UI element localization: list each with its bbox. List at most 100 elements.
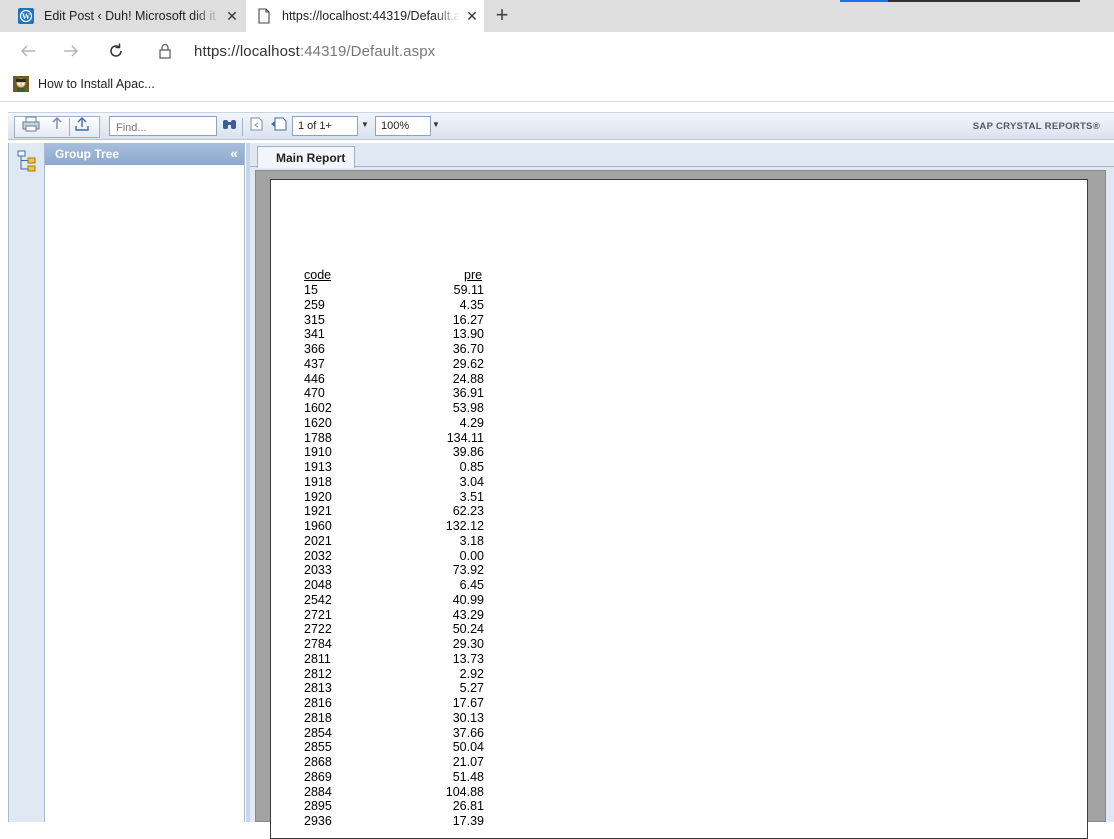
cell-pre: 36.70 — [452, 342, 484, 356]
cell-pre: 13.90 — [452, 327, 484, 342]
bookmark-label: How to Install Apac... — [38, 77, 155, 91]
cell-code: 2721 — [304, 607, 332, 622]
new-tab-button[interactable]: + — [490, 4, 514, 28]
cell-pre: 17.67 — [452, 696, 484, 710]
forward-button[interactable] — [57, 38, 85, 64]
tab-title: https://localhost:44319/Default.aspx — [282, 9, 460, 23]
toolbar-divider — [242, 118, 243, 136]
cell-code: 1910 — [304, 445, 332, 460]
cell-code: 1913 — [304, 460, 332, 474]
cell-pre: 4.35 — [459, 297, 484, 312]
lock-icon — [159, 43, 171, 59]
first-page-icon[interactable] — [248, 116, 266, 132]
column-header-pre: pre — [464, 268, 483, 282]
upload-icon[interactable] — [73, 116, 91, 132]
report-page-area[interactable]: code pre 15 59.11 259 4.35 315 16.27 341 13.90 3… — [255, 170, 1106, 839]
binoculars-icon[interactable] — [221, 116, 239, 132]
cell-pre: 3.51 — [459, 489, 484, 504]
window-indicator — [840, 0, 1080, 2]
cell-code: 2033 — [304, 563, 332, 578]
tab-title: Edit Post ‹ Duh! Microsoft did it again — [44, 9, 220, 23]
cell-pre: 62.23 — [452, 504, 484, 519]
cell-pre: 51.48 — [452, 769, 484, 784]
page-dropdown-arrow-icon[interactable]: ▼ — [360, 118, 370, 132]
cell-code: 437 — [304, 356, 325, 371]
group-tree-toggle-icon[interactable] — [17, 150, 37, 172]
cell-code: 1960 — [304, 519, 332, 533]
cell-pre: 132.12 — [445, 519, 484, 533]
url-text: https://localhost:44319/Default.aspx — [194, 42, 436, 60]
cell-code: 2936 — [304, 814, 332, 828]
cell-pre: 50.24 — [452, 622, 484, 637]
cell-pre: 50.04 — [452, 740, 484, 755]
cell-pre: 59.11 — [453, 283, 484, 297]
cell-code: 366 — [304, 342, 325, 356]
refresh-icon — [110, 43, 122, 57]
tab-default-aspx[interactable]: https://localhost:44319/Default.aspx ✕ — [246, 0, 484, 32]
cell-code: 2895 — [304, 799, 332, 814]
wordpress-icon: W — [18, 8, 34, 24]
cell-pre: 73.92 — [452, 563, 484, 578]
back-arrow-icon — [20, 45, 35, 57]
previous-page-icon[interactable] — [270, 116, 288, 132]
collapse-panel-button[interactable]: « — [230, 145, 238, 161]
refresh-button[interactable] — [102, 38, 130, 64]
cell-code: 2855 — [304, 740, 332, 755]
cell-pre: 6.45 — [459, 578, 484, 592]
brand-logo: SAP CRYSTAL REPORTS® — [972, 121, 1100, 132]
forward-arrow-icon — [64, 45, 79, 57]
cell-code: 2784 — [304, 637, 332, 651]
cell-pre: 39.86 — [452, 445, 484, 460]
print-icon[interactable] — [22, 116, 40, 132]
cell-pre: 40.99 — [452, 592, 484, 607]
cell-code: 1921 — [304, 504, 332, 519]
cell-pre: 17.39 — [452, 814, 484, 828]
group-tree-panel: Group Tree « — [45, 143, 245, 822]
browser-tab-bar: W Edit Post ‹ Duh! Microsoft did it agai… — [0, 0, 1114, 32]
cell-code: 2869 — [304, 769, 332, 784]
address-bar[interactable]: https://localhost:44319/Default.aspx — [150, 38, 1114, 64]
cell-code: 1920 — [304, 489, 332, 504]
report-tabs: Main Report — [250, 143, 1114, 168]
cell-pre: 104.88 — [445, 784, 484, 799]
cell-pre: 21.07 — [452, 755, 484, 769]
cell-code: 2048 — [304, 578, 332, 592]
cell-code: 2868 — [304, 755, 332, 769]
tab-main-report[interactable]: Main Report — [257, 146, 356, 168]
export-icon[interactable] — [48, 116, 66, 132]
cell-code: 1918 — [304, 474, 332, 489]
cell-pre: 134.11 — [446, 430, 484, 445]
zoom-dropdown-arrow-icon[interactable]: ▼ — [431, 118, 441, 132]
cell-pre: 37.66 — [452, 725, 484, 740]
cell-pre: 3.18 — [459, 533, 484, 548]
group-tree-header: Group Tree « — [45, 143, 244, 165]
cell-code: 2722 — [304, 622, 332, 637]
back-button[interactable] — [14, 38, 42, 64]
cell-pre: 2.92 — [459, 666, 484, 681]
cell-pre: 5.27 — [459, 681, 484, 696]
cell-pre: 0.00 — [459, 548, 484, 563]
cell-code: 470 — [304, 386, 325, 401]
browser-nav-bar: https://localhost:44319/Default.aspx — [0, 32, 1114, 70]
page-number-field[interactable]: 1 of 1+ — [292, 116, 358, 136]
bookmarks-bar: How to Install Apac... — [0, 70, 1114, 102]
find-input[interactable] — [109, 116, 217, 136]
close-tab-icon[interactable]: ✕ — [220, 8, 244, 25]
cell-code: 446 — [304, 371, 325, 386]
bookmark-item[interactable]: How to Install Apac... — [13, 76, 155, 92]
cell-code: 2884 — [304, 784, 332, 799]
cell-pre: 29.62 — [452, 356, 484, 371]
cell-pre: 36.91 — [452, 386, 484, 401]
cell-pre: 0.85 — [459, 460, 484, 474]
cell-code: 2818 — [304, 710, 332, 725]
zoom-field[interactable]: 100% — [375, 116, 431, 136]
cell-pre: 13.73 — [452, 651, 484, 666]
cell-pre: 3.04 — [459, 474, 484, 489]
cell-pre: 24.88 — [452, 371, 484, 386]
tab-edit-post[interactable]: W Edit Post ‹ Duh! Microsoft did it agai… — [8, 0, 244, 32]
cell-pre: 26.81 — [452, 799, 484, 814]
close-tab-icon[interactable]: ✕ — [460, 8, 484, 25]
cell-code: 2812 — [304, 666, 332, 681]
cell-code: 2032 — [304, 548, 332, 563]
cell-pre: 29.30 — [452, 637, 484, 651]
